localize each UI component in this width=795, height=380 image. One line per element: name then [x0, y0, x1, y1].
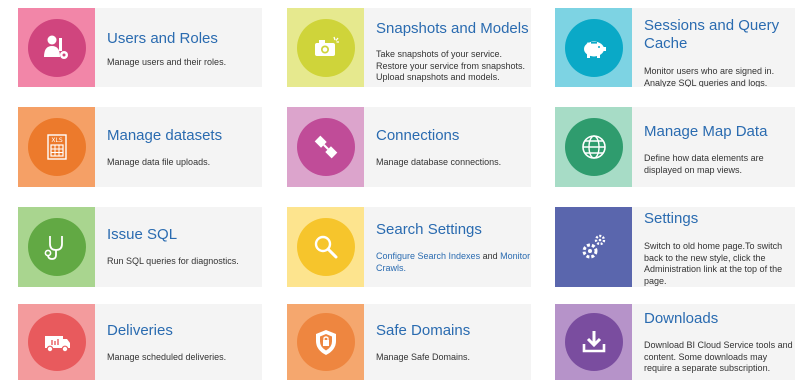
search-magnifier-icon	[296, 218, 355, 276]
card-title[interactable]: Search Settings	[376, 221, 531, 239]
users-roles-icon	[27, 18, 86, 77]
tile	[287, 8, 364, 87]
card-title[interactable]: Connections	[376, 127, 531, 145]
tile	[18, 304, 95, 380]
tile	[555, 107, 632, 187]
card-description: Manage data file uploads.	[107, 157, 211, 167]
card-sessions-and-query-cache[interactable]: Sessions and Query Cache Monitor users w…	[555, 8, 795, 87]
card-description: Monitor users who are signed in. Analyze…	[644, 66, 775, 87]
card-deliveries[interactable]: Deliveries Manage scheduled deliveries.	[18, 304, 262, 380]
monitor-crawls-link[interactable]: Crawls.	[376, 263, 406, 273]
monitor-link[interactable]: Monitor	[500, 251, 530, 261]
card-title[interactable]: Manage datasets	[107, 127, 262, 145]
card-description: Define how data elements are displayed o…	[644, 153, 764, 175]
xls-file-icon: XLS	[46, 134, 67, 160]
card-snapshots-and-models[interactable]: Snapshots and Models Take snapshots of y…	[287, 8, 531, 87]
card-title[interactable]: Sessions and Query Cache	[644, 17, 795, 53]
link-separator: and	[480, 251, 501, 261]
globe-icon	[564, 118, 623, 176]
tile	[555, 207, 632, 287]
card-connections[interactable]: Connections Manage database connections.	[287, 107, 531, 187]
card-title[interactable]: Safe Domains	[376, 322, 531, 340]
card-title[interactable]: Snapshots and Models	[376, 20, 531, 38]
stethoscope-icon	[44, 236, 63, 260]
shield-icon	[315, 330, 336, 355]
tile	[287, 304, 364, 380]
piggy-bank-icon	[583, 41, 606, 58]
card-description: Run SQL queries for diagnostics.	[107, 256, 239, 266]
tile	[287, 107, 364, 187]
tile	[287, 207, 364, 287]
search-magnifier-icon	[314, 235, 337, 259]
tile	[18, 8, 95, 87]
card-description: Configure Search Indexes and Monitor Cra…	[376, 251, 531, 274]
download-tray-icon	[582, 331, 605, 353]
piggy-bank-icon	[564, 18, 623, 77]
card-description: Manage database connections.	[376, 157, 502, 167]
connection-plug-icon	[314, 135, 337, 159]
card-description: Take snapshots of your service. Restore …	[376, 49, 526, 82]
card-description: Manage users and their roles.	[107, 57, 227, 67]
users-roles-icon	[43, 35, 68, 59]
configure-search-indexes-link[interactable]: Configure Search Indexes	[376, 251, 480, 261]
download-tray-icon	[564, 313, 623, 371]
stethoscope-icon	[27, 218, 86, 276]
card-users-and-roles[interactable]: Users and Roles Manage users and their r…	[18, 8, 262, 87]
card-settings[interactable]: Settings Switch to old home page.To swit…	[555, 207, 795, 287]
xls-file-icon: XLS	[27, 118, 86, 176]
card-manage-datasets[interactable]: XLS Manage datasets Manage data file upl…	[18, 107, 262, 187]
card-title[interactable]: Manage Map Data	[644, 123, 795, 141]
tile	[555, 8, 632, 87]
card-description: Manage Safe Domains.	[376, 352, 471, 362]
gears-icon	[582, 234, 605, 259]
card-description: Switch to old home page.To switch back t…	[644, 241, 783, 286]
connection-plug-icon	[296, 118, 355, 176]
tile	[555, 304, 632, 380]
tile	[18, 207, 95, 287]
card-title[interactable]: Deliveries	[107, 322, 262, 340]
card-title[interactable]: Settings	[644, 210, 795, 228]
card-issue-sql[interactable]: Issue SQL Run SQL queries for diagnostic…	[18, 207, 262, 287]
card-description: Manage scheduled deliveries.	[107, 352, 227, 362]
card-description: Download BI Cloud Service tools and cont…	[644, 340, 793, 373]
card-title[interactable]: Downloads	[644, 310, 795, 328]
card-title[interactable]: Issue SQL	[107, 226, 262, 244]
camera-icon	[296, 18, 355, 77]
svg-text:XLS: XLS	[51, 137, 62, 144]
delivery-truck-icon	[44, 336, 70, 353]
card-title[interactable]: Users and Roles	[107, 30, 262, 48]
card-manage-map-data[interactable]: Manage Map Data Define how data elements…	[555, 107, 795, 187]
gears-icon	[564, 218, 623, 276]
camera-icon	[314, 36, 339, 56]
delivery-truck-icon	[27, 313, 86, 371]
tile: XLS	[18, 107, 95, 187]
shield-icon	[296, 313, 355, 371]
card-search-settings[interactable]: Search Settings Configure Search Indexes…	[287, 207, 531, 287]
card-downloads[interactable]: Downloads Download BI Cloud Service tool…	[555, 304, 795, 380]
card-safe-domains[interactable]: Safe Domains Manage Safe Domains.	[287, 304, 531, 380]
globe-icon	[581, 135, 606, 159]
